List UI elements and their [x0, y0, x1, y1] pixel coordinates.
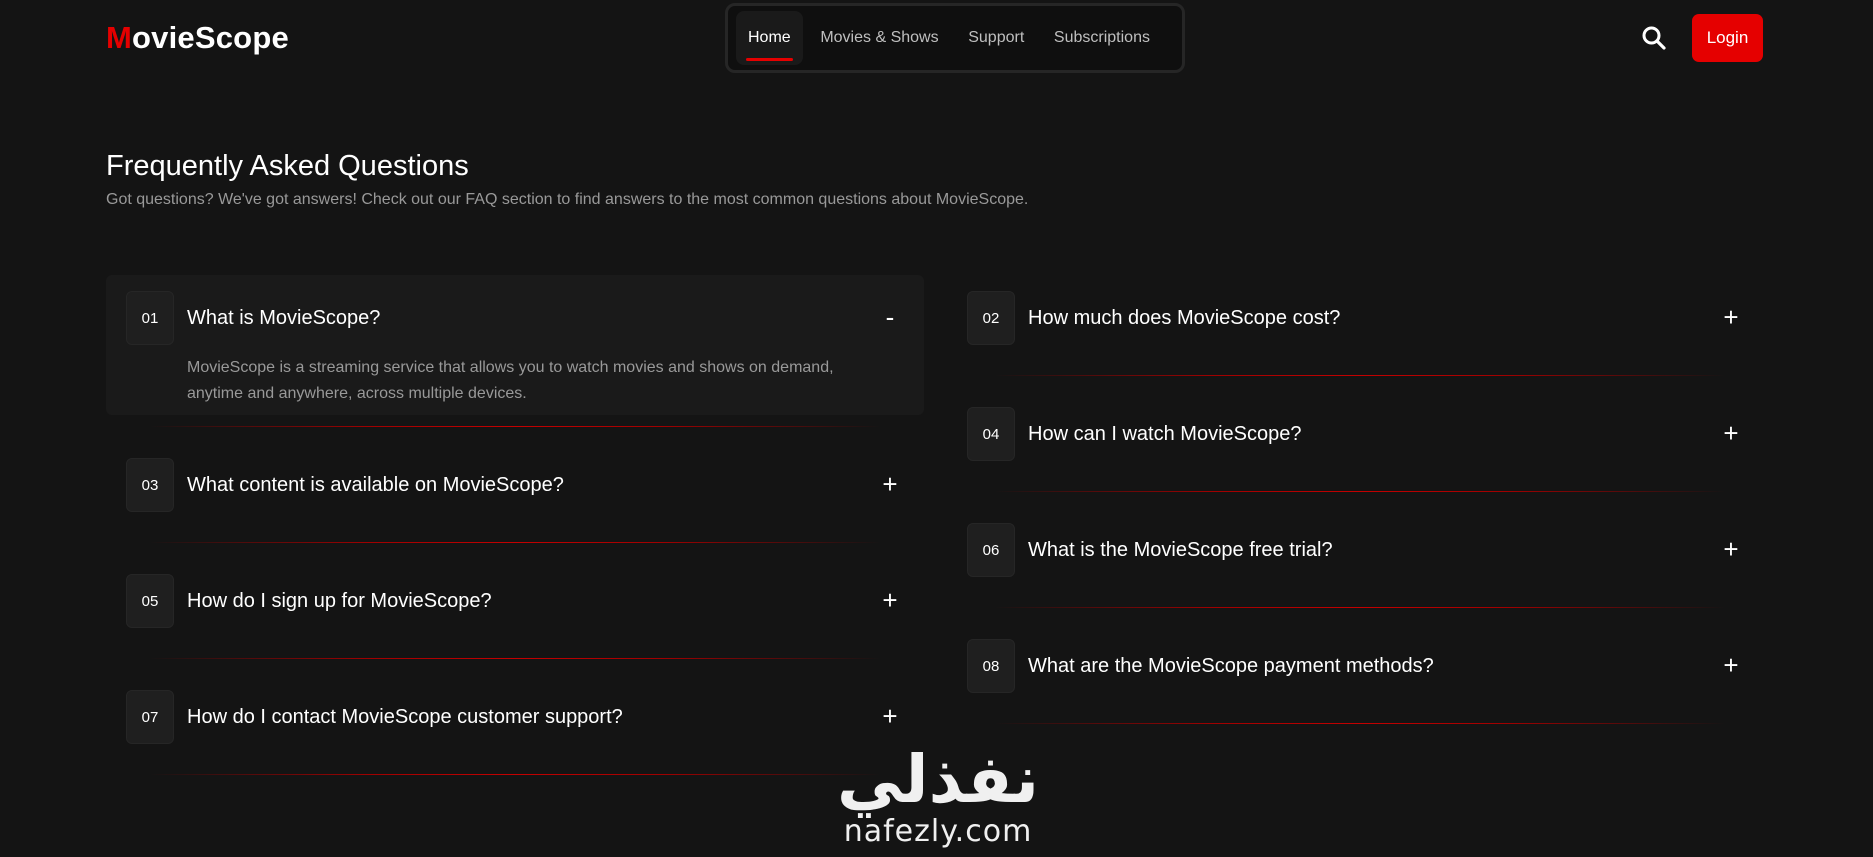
logo-text: ovieScope [132, 20, 289, 55]
faq-number: 03 [126, 458, 174, 512]
faq-number: 04 [967, 407, 1015, 461]
faq-item-05[interactable]: 05 How do I sign up for MovieScope? + [106, 558, 924, 638]
faq-item-06[interactable]: 06 What is the MovieScope free trial? + [947, 507, 1765, 587]
watermark: نفذلي nafezly.com [828, 745, 1048, 849]
faq-divider [995, 375, 1725, 376]
faq-divider [150, 658, 880, 659]
faq-item-03[interactable]: 03 What content is available on MovieSco… [106, 442, 924, 522]
faq-divider [995, 723, 1725, 724]
watermark-arabic: نفذلي [837, 741, 1039, 818]
faq-question: How do I contact MovieScope customer sup… [187, 706, 623, 728]
expand-icon[interactable]: + [1719, 419, 1743, 447]
faq-divider [150, 542, 880, 543]
faq-number: 06 [967, 523, 1015, 577]
faq-number: 02 [967, 291, 1015, 345]
faq-divider [995, 607, 1725, 608]
page: MovieScope Home Movies & Shows Support S… [0, 0, 1873, 857]
faq-title: Frequently Asked Questions [106, 150, 469, 182]
watermark-latin: nafezly.com [843, 814, 1033, 849]
nav-item-subscriptions[interactable]: Subscriptions [1042, 11, 1162, 65]
faq-question: What are the MovieScope payment methods? [1028, 655, 1434, 677]
logo-first-letter: M [106, 20, 133, 55]
faq-question: How can I watch MovieScope? [1028, 423, 1302, 445]
expand-icon[interactable]: + [878, 702, 902, 730]
faq-item-04[interactable]: 04 How can I watch MovieScope? + [947, 391, 1765, 471]
login-button[interactable]: Login [1692, 14, 1763, 62]
faq-item-02[interactable]: 02 How much does MovieScope cost? + [947, 275, 1765, 355]
faq-question: What content is available on MovieScope? [187, 474, 564, 496]
collapse-icon[interactable]: - [878, 303, 902, 331]
main-nav: Home Movies & Shows Support Subscription… [725, 3, 1185, 73]
faq-item-08[interactable]: 08 What are the MovieScope payment metho… [947, 623, 1765, 703]
faq-subtitle: Got questions? We've got answers! Check … [106, 191, 1029, 208]
faq-divider [150, 426, 880, 427]
faq-number: 08 [967, 639, 1015, 693]
expand-icon[interactable]: + [878, 586, 902, 614]
faq-question: What is MovieScope? [187, 307, 381, 329]
faq-number: 07 [126, 690, 174, 744]
faq-item-01[interactable]: 01 What is MovieScope? - MovieScope is a… [106, 275, 924, 415]
faq-question: How do I sign up for MovieScope? [187, 590, 492, 612]
nav-item-home[interactable]: Home [736, 11, 803, 65]
brand-logo[interactable]: MovieScope [106, 20, 289, 56]
search-button[interactable] [1640, 24, 1668, 52]
nav-item-support[interactable]: Support [956, 11, 1036, 65]
faq-divider [150, 774, 880, 775]
faq-item-07[interactable]: 07 How do I contact MovieScope customer … [106, 674, 924, 754]
faq-question: What is the MovieScope free trial? [1028, 539, 1333, 561]
search-icon [1642, 26, 1666, 50]
expand-icon[interactable]: + [1719, 651, 1743, 679]
faq-answer: MovieScope is a streaming service that a… [187, 359, 834, 402]
expand-icon[interactable]: + [1719, 535, 1743, 563]
faq-question: How much does MovieScope cost? [1028, 307, 1341, 329]
faq-number: 05 [126, 574, 174, 628]
expand-icon[interactable]: + [878, 470, 902, 498]
nav-item-movies-shows[interactable]: Movies & Shows [808, 11, 950, 65]
expand-icon[interactable]: + [1719, 303, 1743, 331]
faq-divider [995, 491, 1725, 492]
faq-number: 01 [126, 291, 174, 345]
